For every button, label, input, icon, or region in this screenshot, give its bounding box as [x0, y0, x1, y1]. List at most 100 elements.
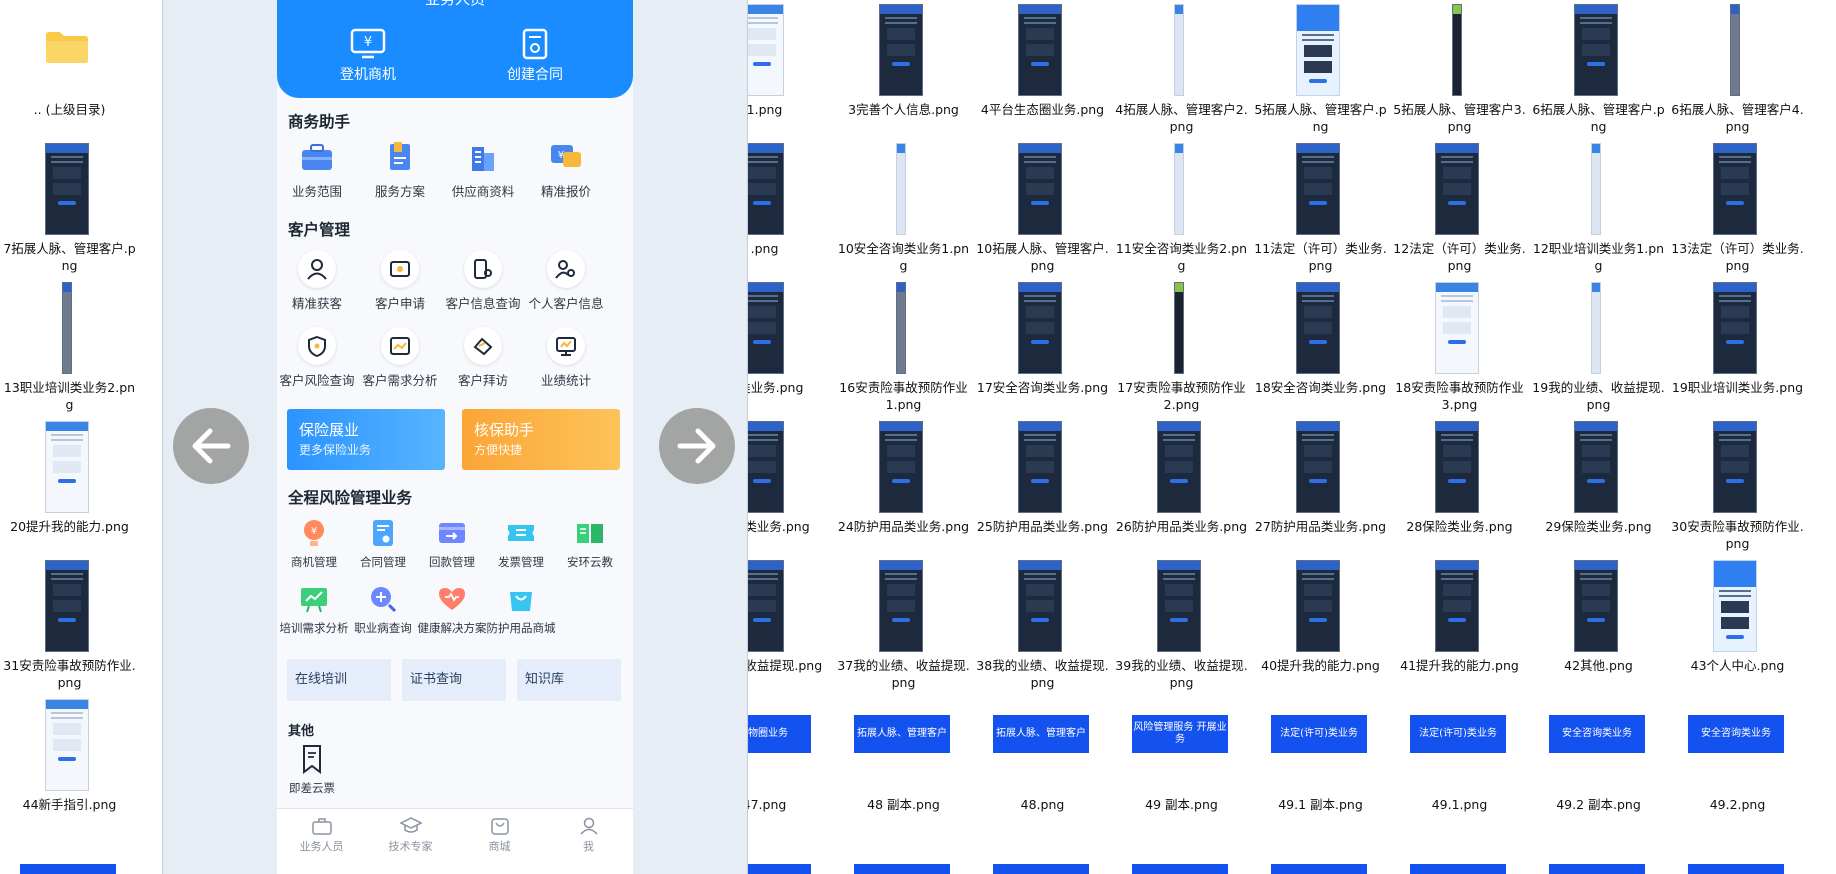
file-tile[interactable]: 11法定（许可）类业务.png [1251, 139, 1390, 278]
file-tile[interactable]: 安全咨询类业务 49.2 副本.png [1529, 695, 1668, 834]
partial-thumbnail [1549, 864, 1645, 874]
customer-item[interactable]: 客户拜访 [440, 327, 526, 389]
risk-item[interactable]: ¥ 商机管理 [279, 518, 349, 570]
risk-item[interactable]: 培训需求分析 [279, 584, 349, 636]
file-tile[interactable]: 法定(许可)类业务 49.1 副本.png [1251, 695, 1390, 834]
promo-subtitle: 方便快捷 [474, 443, 523, 457]
knowledge-base-card[interactable]: 知识库 [517, 659, 621, 701]
customer-item[interactable]: 精准获客 [277, 250, 360, 312]
file-name-label: 27防护用品类业务.png [1254, 519, 1387, 534]
risk-item[interactable]: 健康解决方案 [417, 584, 487, 636]
file-tile[interactable]: 40提升我的能力.png [1251, 556, 1390, 695]
file-tile[interactable]: 19我的业绩、收益提现.png [1529, 278, 1668, 417]
shield-search-icon [298, 327, 336, 365]
file-tile[interactable]: 4平台生态圈业务.png [973, 0, 1112, 139]
previous-image-button[interactable] [173, 408, 249, 484]
file-tile[interactable]: 5拓展人脉、管理客户.png [1251, 0, 1390, 139]
risk-item-label: 发票管理 [498, 555, 544, 569]
file-tile[interactable]: 18安责险事故预防作业3.png [1390, 278, 1529, 417]
file-tile[interactable]: 19职业培训类业务.png [1668, 278, 1807, 417]
assistant-item[interactable]: 供应商资料 [440, 138, 526, 200]
file-tile[interactable]: 12法定（许可）类业务.png [1390, 139, 1529, 278]
tab-mall[interactable]: 商城 [455, 817, 544, 854]
file-tile[interactable]: 20提升我的能力.png [0, 417, 139, 556]
insurance-promo-card[interactable]: 保险展业 更多保险业务 [287, 409, 445, 470]
file-name-label: 48 副本.png [867, 797, 940, 812]
section-title-other: 其他 [288, 724, 315, 739]
risk-item[interactable]: 合同管理 [348, 518, 418, 570]
contract-icon [522, 28, 548, 60]
risk-item[interactable]: 发票管理 [486, 518, 556, 570]
assistant-item[interactable]: ¥ 精准报价 [523, 138, 609, 200]
file-tile[interactable]: 6拓展人脉、管理客户4.png [1668, 0, 1807, 139]
file-tile[interactable]: 30安责险事故预防作业.png [1668, 417, 1807, 556]
file-tile[interactable]: 11安全咨询类业务2.png [1112, 139, 1251, 278]
file-tile[interactable]: 3完善个人信息.png [834, 0, 973, 139]
file-tile[interactable]: 7拓展人脉、管理客户.png [0, 139, 139, 278]
file-tile[interactable]: 37我的业绩、收益提现.png [834, 556, 973, 695]
customer-item[interactable]: 个人客户信息 [523, 250, 609, 312]
file-tile[interactable]: 12职业培训类业务1.png [1529, 139, 1668, 278]
file-tile[interactable]: 17安全咨询类业务.png [973, 278, 1112, 417]
section-title-risk: 全程风险管理业务 [288, 489, 413, 507]
file-thumbnail [1018, 282, 1062, 374]
file-tile[interactable]: 31安责险事故预防作业.png [0, 556, 139, 695]
tab-me[interactable]: 我 [544, 817, 633, 854]
file-tile[interactable]: 18安全咨询类业务.png [1251, 278, 1390, 417]
file-tile[interactable]: 41提升我的能力.png [1390, 556, 1529, 695]
file-tile[interactable]: 16安责险事故预防作业1.png [834, 278, 973, 417]
assistant-item[interactable]: 服务方案 [357, 138, 443, 200]
file-thumbnail: 拓展人脉、管理客户 [993, 715, 1089, 753]
file-tile[interactable]: 安全咨询类业务 49.2.png [1668, 695, 1807, 834]
certificate-query-card[interactable]: 证书查询 [402, 659, 506, 701]
file-tile[interactable]: 10拓展人脉、管理客户.png [973, 139, 1112, 278]
file-name-label: 26防护用品类业务.png [1115, 519, 1248, 534]
file-tile[interactable]: 28保险类业务.png [1390, 417, 1529, 556]
underwriting-promo-card[interactable]: 核保助手 方便快捷 [462, 409, 620, 470]
file-tile[interactable]: 法定(许可)类业务 49.1.png [1390, 695, 1529, 834]
create-opportunity-action[interactable]: ¥ 登机商机 [308, 28, 428, 84]
file-tile[interactable]: 拓展人脉、管理客户 48.png [973, 695, 1112, 834]
file-tile[interactable]: 26防护用品类业务.png [1112, 417, 1251, 556]
customer-item[interactable]: 客户需求分析 [357, 327, 443, 389]
tab-expert[interactable]: 技术专家 [366, 817, 455, 854]
risk-item-label: 安环云教 [567, 555, 613, 569]
svg-text:¥: ¥ [364, 35, 372, 50]
risk-item[interactable]: 回款管理 [417, 518, 487, 570]
file-tile[interactable]: 17安责险事故预防作业2.png [1112, 278, 1251, 417]
online-training-card[interactable]: 在线培训 [287, 659, 391, 701]
file-tile[interactable]: 42其他.png [1529, 556, 1668, 695]
file-tile[interactable]: 拓展人脉、管理客户 48 副本.png [834, 695, 973, 834]
file-tile[interactable]: 43个人中心.png [1668, 556, 1807, 695]
file-tile[interactable]: 24防护用品类业务.png [834, 417, 973, 556]
file-tile[interactable]: 13法定（许可）类业务.png [1668, 139, 1807, 278]
file-tile[interactable]: 10安全咨询类业务1.png [834, 139, 973, 278]
file-thumbnail [62, 282, 72, 374]
file-tile[interactable]: 13职业培训类业务2.png [0, 278, 139, 417]
file-tile[interactable]: 29保险类业务.png [1529, 417, 1668, 556]
customer-item[interactable]: 客户信息查询 [440, 250, 526, 312]
file-thumbnail [1713, 282, 1757, 374]
file-tile[interactable]: 25防护用品类业务.png [973, 417, 1112, 556]
next-image-button[interactable] [659, 408, 735, 484]
tab-staff[interactable]: 业务人员 [277, 817, 366, 854]
risk-item[interactable]: 职业病查询 [348, 584, 418, 636]
customer-item[interactable]: 客户申请 [357, 250, 443, 312]
customer-item-label: 精准获客 [291, 296, 342, 311]
file-tile[interactable]: 27防护用品类业务.png [1251, 417, 1390, 556]
file-tile[interactable]: 38我的业绩、收益提现.png [973, 556, 1112, 695]
file-tile[interactable]: 44新手指引.png [0, 695, 139, 834]
create-contract-action[interactable]: 创建合同 [475, 28, 595, 84]
file-tile[interactable]: 风险管理服务 开展业务 49 副本.png [1112, 695, 1251, 834]
customer-item[interactable]: 业绩统计 [523, 327, 609, 389]
customer-item[interactable]: 客户风险查询 [277, 327, 360, 389]
other-item[interactable]: 即差云票 [277, 744, 347, 796]
file-tile[interactable]: 39我的业绩、收益提现.png [1112, 556, 1251, 695]
file-tile[interactable]: 4拓展人脉、管理客户2.png [1112, 0, 1251, 139]
parent-directory-tile[interactable]: .. (上级目录) [0, 0, 139, 139]
assistant-item[interactable]: 业务范围 [277, 138, 360, 200]
risk-item[interactable]: 安环云教 [555, 518, 625, 570]
file-tile[interactable]: 6拓展人脉、管理客户.png [1529, 0, 1668, 139]
risk-item[interactable]: 防护用品商城 [486, 584, 556, 636]
file-tile[interactable]: 5拓展人脉、管理客户3.png [1390, 0, 1529, 139]
